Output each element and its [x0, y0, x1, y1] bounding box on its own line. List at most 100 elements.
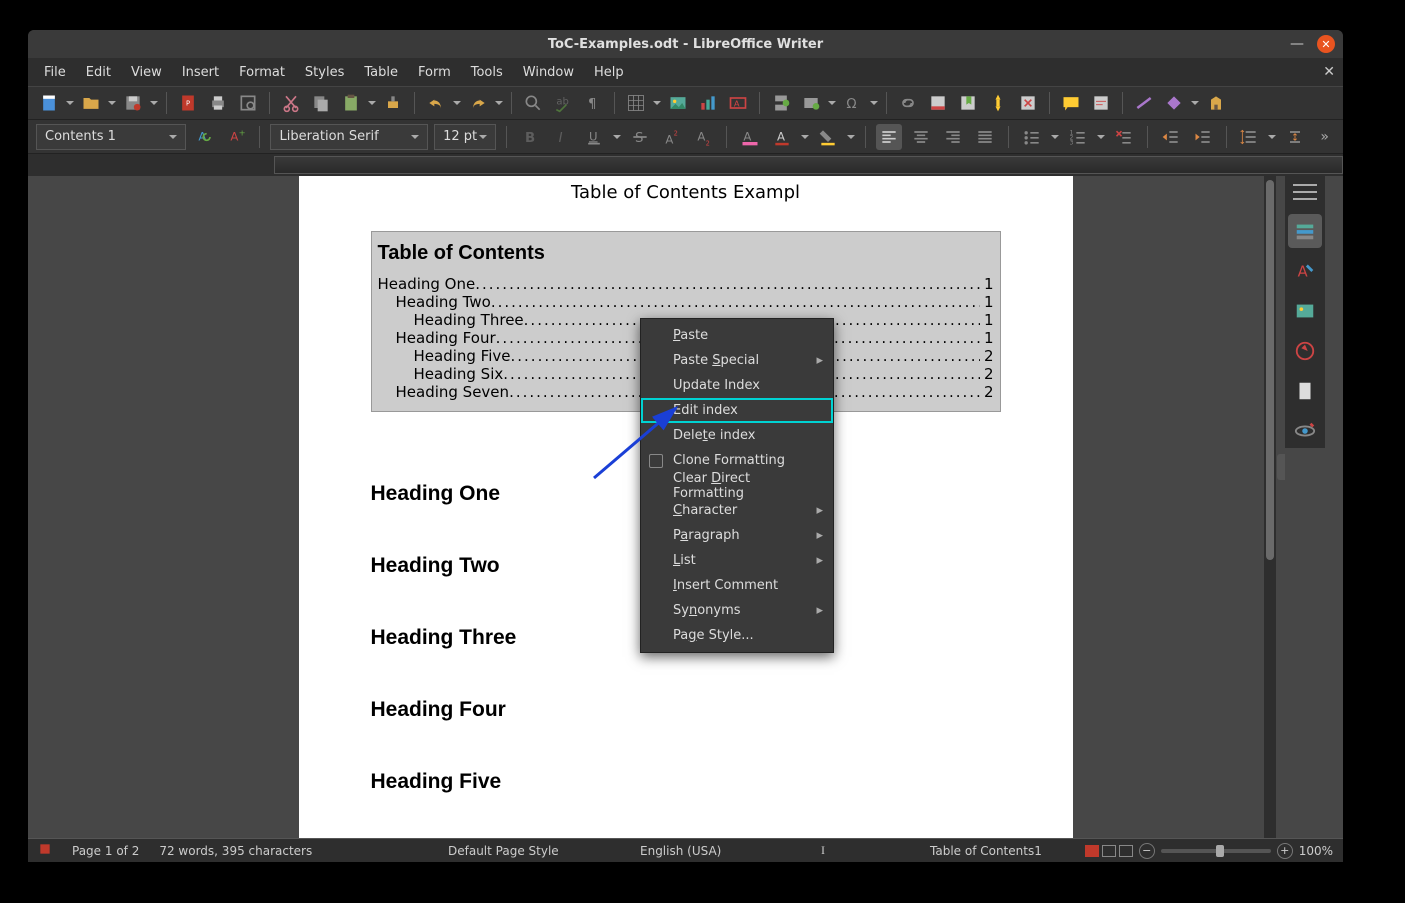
- align-justify-icon[interactable]: [972, 124, 998, 150]
- line-spacing-icon[interactable]: [1237, 124, 1263, 150]
- document-close-icon[interactable]: ✕: [1323, 64, 1335, 80]
- ctx-insert-comment[interactable]: Insert Comment: [641, 573, 833, 598]
- status-language[interactable]: English (USA): [640, 844, 721, 858]
- status-zoom-percent[interactable]: 100%: [1299, 844, 1333, 858]
- highlight-icon[interactable]: [815, 124, 841, 150]
- clear-formatting-icon[interactable]: A: [737, 124, 763, 150]
- view-book-icon[interactable]: [1119, 845, 1133, 857]
- ctx-character[interactable]: Character▸: [641, 498, 833, 523]
- numbered-list-icon[interactable]: 123: [1065, 124, 1091, 150]
- field-dropdown[interactable]: [828, 90, 836, 116]
- ctx-clone-formatting[interactable]: Clone Formatting: [641, 448, 833, 473]
- insert-hyperlink-icon[interactable]: [895, 90, 921, 116]
- open-dropdown[interactable]: [108, 90, 116, 116]
- ctx-edit-index[interactable]: Edit index: [641, 398, 833, 423]
- strikethrough-icon[interactable]: S: [627, 124, 653, 150]
- save-icon[interactable]: [120, 90, 146, 116]
- menu-insert[interactable]: Insert: [172, 61, 229, 84]
- body-heading[interactable]: Heading Five: [371, 770, 1001, 794]
- paste-icon[interactable]: [338, 90, 364, 116]
- toc-entry[interactable]: Heading Two.............................…: [378, 293, 994, 311]
- sidebar-menu-icon[interactable]: [1293, 182, 1317, 202]
- sidebar-page-icon[interactable]: [1288, 374, 1322, 408]
- status-save-icon[interactable]: [38, 842, 52, 859]
- ctx-delete-index[interactable]: Delete index: [641, 423, 833, 448]
- menu-help[interactable]: Help: [584, 61, 634, 84]
- basic-shapes-icon[interactable]: [1161, 90, 1187, 116]
- zoom-slider[interactable]: [1161, 849, 1271, 853]
- status-insert-mode[interactable]: I: [821, 843, 825, 858]
- menu-window[interactable]: Window: [513, 61, 584, 84]
- sidebar-styles-icon[interactable]: A: [1288, 254, 1322, 288]
- update-style-icon[interactable]: A: [192, 124, 218, 150]
- body-heading[interactable]: Heading Four: [371, 698, 1001, 722]
- view-single-page-icon[interactable]: [1085, 845, 1099, 857]
- menu-form[interactable]: Form: [408, 61, 461, 84]
- undo-icon[interactable]: [423, 90, 449, 116]
- sidebar-expand-handle[interactable]: [1277, 454, 1285, 480]
- increase-indent-icon[interactable]: [1158, 124, 1184, 150]
- paragraph-style-select[interactable]: Contents 1: [36, 124, 186, 150]
- align-center-icon[interactable]: [908, 124, 934, 150]
- status-page-style[interactable]: Default Page Style: [448, 844, 559, 858]
- status-selection-mode[interactable]: Table of Contents1: [930, 844, 1042, 858]
- insert-comment-icon[interactable]: [1058, 90, 1084, 116]
- numbered-dropdown[interactable]: [1097, 124, 1105, 150]
- menu-table[interactable]: Table: [354, 61, 408, 84]
- close-button[interactable]: ✕: [1317, 35, 1335, 53]
- align-left-icon[interactable]: [876, 124, 902, 150]
- insert-chart-icon[interactable]: [695, 90, 721, 116]
- sidebar-navigator-icon[interactable]: [1288, 334, 1322, 368]
- track-changes-icon[interactable]: [1015, 90, 1041, 116]
- view-multi-page-icon[interactable]: [1102, 845, 1116, 857]
- ctx-list[interactable]: List▸: [641, 548, 833, 573]
- font-color-dropdown[interactable]: [801, 124, 809, 150]
- find-replace-icon[interactable]: [520, 90, 546, 116]
- toolbar-overflow-icon[interactable]: »: [1314, 129, 1335, 145]
- save-dropdown[interactable]: [150, 90, 158, 116]
- highlight-dropdown[interactable]: [847, 124, 855, 150]
- ctx-page-style[interactable]: Page Style...: [641, 623, 833, 648]
- insert-footnote-icon[interactable]: [925, 90, 951, 116]
- menu-file[interactable]: File: [34, 61, 76, 84]
- sidebar-style-inspector-icon[interactable]: [1288, 414, 1322, 448]
- special-char-dropdown[interactable]: [870, 90, 878, 116]
- insert-line-icon[interactable]: [1131, 90, 1157, 116]
- ctx-paste-special[interactable]: Paste Special▸: [641, 348, 833, 373]
- ctx-synonyms[interactable]: Synonyms▸: [641, 598, 833, 623]
- print-icon[interactable]: [205, 90, 231, 116]
- insert-special-char-icon[interactable]: Ω: [840, 90, 866, 116]
- superscript-icon[interactable]: A2: [659, 124, 685, 150]
- sidebar-properties-icon[interactable]: [1288, 214, 1322, 248]
- menu-styles[interactable]: Styles: [295, 61, 354, 84]
- status-view-icons[interactable]: [1085, 845, 1133, 857]
- new-document-icon[interactable]: [36, 90, 62, 116]
- subscript-icon[interactable]: A2: [691, 124, 717, 150]
- undo-dropdown[interactable]: [453, 90, 461, 116]
- status-page[interactable]: Page 1 of 2: [72, 844, 139, 858]
- scrollbar-thumb[interactable]: [1266, 180, 1274, 560]
- menu-tools[interactable]: Tools: [461, 61, 513, 84]
- bullet-dropdown[interactable]: [1051, 124, 1059, 150]
- underline-dropdown[interactable]: [613, 124, 621, 150]
- clone-formatting-icon[interactable]: [380, 90, 406, 116]
- font-size-select[interactable]: 12 pt: [434, 124, 496, 150]
- italic-icon[interactable]: I: [549, 124, 575, 150]
- horizontal-ruler[interactable]: [274, 154, 1343, 176]
- open-icon[interactable]: [78, 90, 104, 116]
- insert-bookmark-icon[interactable]: [955, 90, 981, 116]
- vertical-scrollbar[interactable]: [1264, 176, 1276, 838]
- insert-field-icon[interactable]: [798, 90, 824, 116]
- bold-icon[interactable]: B: [517, 124, 543, 150]
- sidebar-gallery-icon[interactable]: [1288, 294, 1322, 328]
- document-title[interactable]: Table of Contents Exampl: [371, 182, 1001, 203]
- new-dropdown[interactable]: [66, 90, 74, 116]
- shapes-dropdown[interactable]: [1191, 90, 1199, 116]
- decrease-indent-icon[interactable]: [1190, 124, 1216, 150]
- new-style-icon[interactable]: A+: [224, 124, 250, 150]
- no-list-icon[interactable]: [1111, 124, 1137, 150]
- align-right-icon[interactable]: [940, 124, 966, 150]
- zoom-in-button[interactable]: +: [1277, 843, 1293, 859]
- menu-view[interactable]: View: [121, 61, 172, 84]
- status-word-count[interactable]: 72 words, 395 characters: [159, 844, 312, 858]
